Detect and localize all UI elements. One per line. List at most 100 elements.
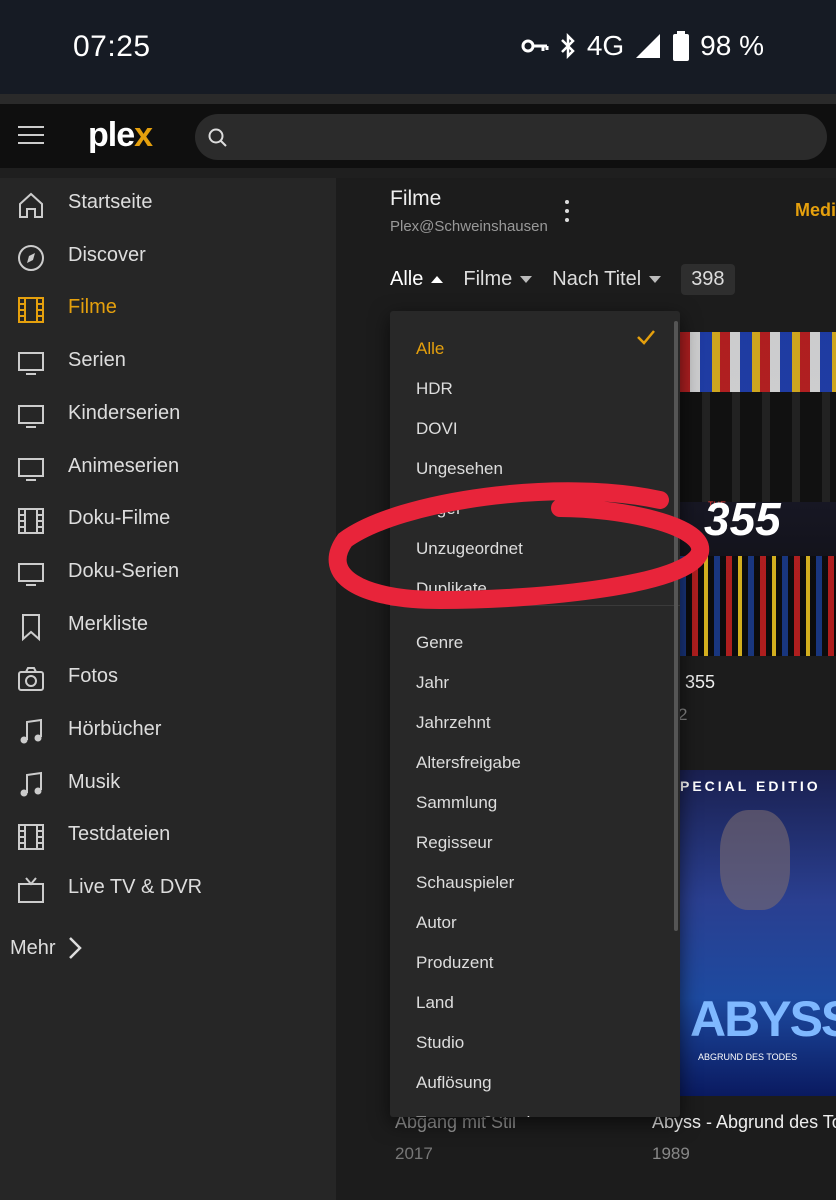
sidebar-item-label: Fotos [68,665,119,688]
plex-logo[interactable]: plex [88,116,153,155]
poster-the-355[interactable]: THE 355 [680,332,836,656]
sidebar-item-label: Merkliste [68,612,149,635]
compass-icon [18,244,44,271]
caret-down-icon [520,276,533,283]
menu-item-jahrzehnt[interactable]: Jahrzehnt [416,713,491,733]
sidebar-item-serien[interactable]: Serien [0,336,336,388]
sidebar-item-discover[interactable]: Discover [0,231,336,283]
music-icon [20,718,42,744]
poster-year: 1989 [652,1144,690,1163]
menu-item-dovi[interactable]: DOVI [416,419,458,439]
menu-item-auflösung[interactable]: Auflösung [416,1073,492,1093]
network-type: 4G [586,30,625,61]
menu-divider [390,605,680,606]
menu-item-land[interactable]: Land [416,993,454,1013]
sidebar-item-label: Serien [68,349,126,372]
sidebar-item-label: Kinderserien [68,401,181,424]
sidebar-item-filme[interactable]: Filme [0,283,336,335]
sidebar-item-label: Doku-Serien [68,559,180,582]
film-icon [18,297,44,324]
home-icon [19,192,43,218]
vpn-key-icon [521,39,549,53]
library-title: Filme [390,187,442,210]
sidebar-item-kinderserien[interactable]: Kinderserien [0,389,336,441]
signal-icon [636,34,661,58]
music-icon [20,771,42,797]
poster-abyss[interactable]: PECIAL EDITIO ABYSS ABGRUND DES TODES [680,770,836,1096]
search-input[interactable] [195,114,827,160]
sidebar-item-doku-serien[interactable]: Doku-Serien [0,547,336,599]
sidebar-item-hörbücher[interactable]: Hörbücher [0,705,336,757]
search-icon [208,128,227,147]
poster-title[interactable]: 355 [685,672,715,693]
sidebar-item-label: Startseite [68,191,153,213]
checkmark-icon [637,330,655,345]
sidebar-item-startseite[interactable]: Startseite [0,178,336,230]
item-count-badge: 398 [681,264,735,295]
status-icons: 4G 98 % [521,30,764,62]
filter-all-dropdown[interactable]: Alle [390,268,444,291]
battery-percent: 98 % [700,30,764,61]
menu-item-genre[interactable]: Genre [416,633,463,653]
sidebar-item-testdateien[interactable]: Testdateien [0,810,336,862]
menu-item-studio[interactable]: Studio [416,1033,464,1053]
sidebar-item-label: Testdateien [68,823,171,846]
caret-down-icon [649,276,662,283]
caret-up-icon [431,276,444,283]
menu-item-hdr[interactable]: HDR [416,379,453,399]
tv-icon [18,352,44,376]
film-icon [18,508,44,535]
menu-item-produzent[interactable]: Produzent [416,953,494,973]
sidebar-item-merkliste[interactable]: Merkliste [0,600,336,652]
film-icon [18,824,44,851]
live-tv-icon [18,877,44,904]
tv-icon [18,457,44,481]
library-server: Plex@Schweinshausen [390,218,548,235]
app-bar: plex [0,104,836,168]
menu-item-regisseur[interactable]: Regisseur [416,833,493,853]
status-bar: 07:25 4G 98 % [0,0,836,94]
menu-item-alle[interactable]: Alle [416,339,444,359]
sidebar-item-label: Musik [68,770,121,793]
menu-item-jahr[interactable]: Jahr [416,673,449,693]
menu-item-unzugeordnet[interactable]: Unzugeordnet [416,539,523,559]
menu-item-autor[interactable]: Autor [416,913,457,933]
sidebar-item-label: Doku-Filme [68,507,171,530]
sidebar-item-label: Discover [68,243,146,266]
sidebar-item-musik[interactable]: Musik [0,758,336,810]
sidebar-item-label: Animeserien [68,454,180,477]
menu-item-ungesehen[interactable]: Ungesehen [416,459,503,479]
tab-media[interactable]: Medi [795,200,836,221]
menu-item-duplikate[interactable]: Duplikate [416,579,487,599]
menu-item-tonspur-sprache[interactable]: Tonspur-Sprache [416,1113,545,1117]
more-options-icon[interactable] [563,200,571,224]
filter-bar: Alle Filme Nach Titel 398 [390,264,735,295]
menu-scrollbar[interactable] [674,321,678,931]
status-time: 07:25 [73,30,151,63]
type-dropdown[interactable]: Filme [463,268,533,291]
top-divider [0,94,836,104]
sidebar-item-animeserien[interactable]: Animeserien [0,442,336,494]
sidebar-item-doku-filme[interactable]: Doku-Filme [0,494,336,546]
bookmark-icon [22,613,40,641]
sort-dropdown[interactable]: Nach Titel [552,268,662,291]
filter-dropdown-menu: Alle HDR DOVI Ungesehen Angef Unzugeordnet Dup… [390,311,680,1117]
menu-item-sammlung[interactable]: Sammlung [416,793,497,813]
menu-item-schauspieler[interactable]: Schauspieler [416,873,514,893]
bluetooth-icon [560,33,575,59]
chevron-right-icon [68,937,82,959]
menu-item-angef[interactable]: Angef [416,499,460,519]
menu-icon[interactable] [18,126,44,146]
sidebar-item-live-tv-dvr[interactable]: Live TV & DVR [0,863,336,915]
camera-icon [18,667,44,692]
tv-icon [18,562,44,586]
sidebar-item-label: Filme [68,296,117,319]
poster-year: 2017 [395,1144,433,1163]
tv-icon [18,404,44,428]
sidebar-more[interactable]: Mehr [10,936,82,960]
battery-icon [673,31,690,61]
sidebar-item-label: Live TV & DVR [68,876,203,899]
menu-item-altersfreigabe[interactable]: Altersfreigabe [416,753,521,773]
sidebar-item-label: Hörbücher [68,718,162,740]
sidebar-item-fotos[interactable]: Fotos [0,652,336,704]
